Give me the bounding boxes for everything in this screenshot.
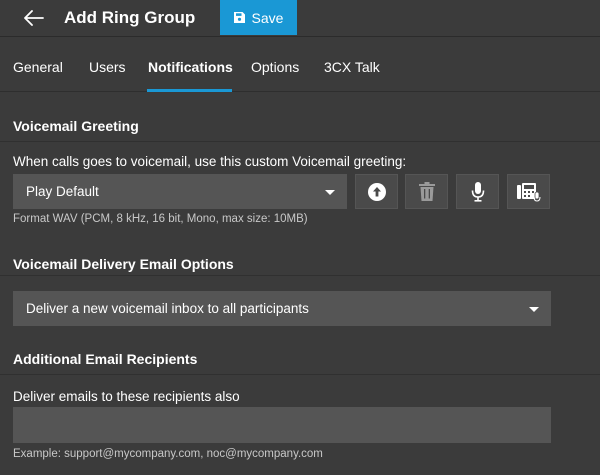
chevron-down-icon: [325, 189, 335, 195]
voicemail-delivery-select[interactable]: Deliver a new voicemail inbox to all par…: [13, 291, 551, 326]
voicemail-delivery-heading: Voicemail Delivery Email Options: [13, 256, 234, 272]
active-tab-indicator: [147, 89, 232, 92]
save-button-label: Save: [251, 9, 284, 26]
add-ring-group-page: Add Ring Group Save General Users Notifi…: [0, 0, 600, 475]
upload-greeting-button[interactable]: [355, 174, 398, 209]
additional-recipients-label: Deliver emails to these recipients also: [13, 389, 240, 404]
voicemail-greeting-select[interactable]: Play Default: [13, 174, 347, 209]
tab-3cx-talk[interactable]: 3CX Talk: [324, 59, 380, 75]
save-button[interactable]: Save: [220, 0, 297, 35]
voicemail-greeting-selected: Play Default: [26, 184, 99, 199]
format-hint: Format WAV (PCM, 8 kHz, 16 bit, Mono, ma…: [13, 213, 308, 225]
tab-general[interactable]: General: [13, 59, 63, 75]
voicemail-greeting-heading: Voicemail Greeting: [13, 118, 139, 134]
page-title: Add Ring Group: [64, 8, 196, 27]
phone-record-icon: [516, 182, 540, 202]
tab-notifications[interactable]: Notifications: [148, 59, 233, 75]
tab-users[interactable]: Users: [89, 59, 126, 75]
additional-recipients-input[interactable]: [13, 407, 551, 443]
upload-icon: [367, 182, 386, 201]
phone-record-greeting-button[interactable]: [507, 174, 550, 209]
record-greeting-button[interactable]: [456, 174, 499, 209]
section-divider: [0, 141, 600, 142]
arrow-left-icon: [24, 10, 44, 26]
back-button[interactable]: [16, 3, 52, 33]
tab-bar: General Users Notifications Options 3CX …: [0, 38, 600, 92]
chevron-down-icon: [529, 306, 539, 312]
tab-options[interactable]: Options: [251, 59, 299, 75]
trash-icon: [418, 182, 435, 201]
additional-recipients-heading: Additional Email Recipients: [13, 351, 198, 367]
section-divider: [0, 374, 600, 375]
microphone-icon: [471, 181, 484, 202]
header-bar: Add Ring Group Save: [0, 0, 600, 37]
voicemail-delivery-selected: Deliver a new voicemail inbox to all par…: [26, 301, 309, 316]
delete-greeting-button[interactable]: [405, 174, 448, 209]
recipients-example-hint: Example: support@mycompany.com, noc@myco…: [13, 448, 323, 460]
section-divider: [0, 275, 600, 276]
voicemail-greeting-description: When calls goes to voicemail, use this c…: [13, 154, 407, 169]
save-icon: [233, 12, 245, 23]
